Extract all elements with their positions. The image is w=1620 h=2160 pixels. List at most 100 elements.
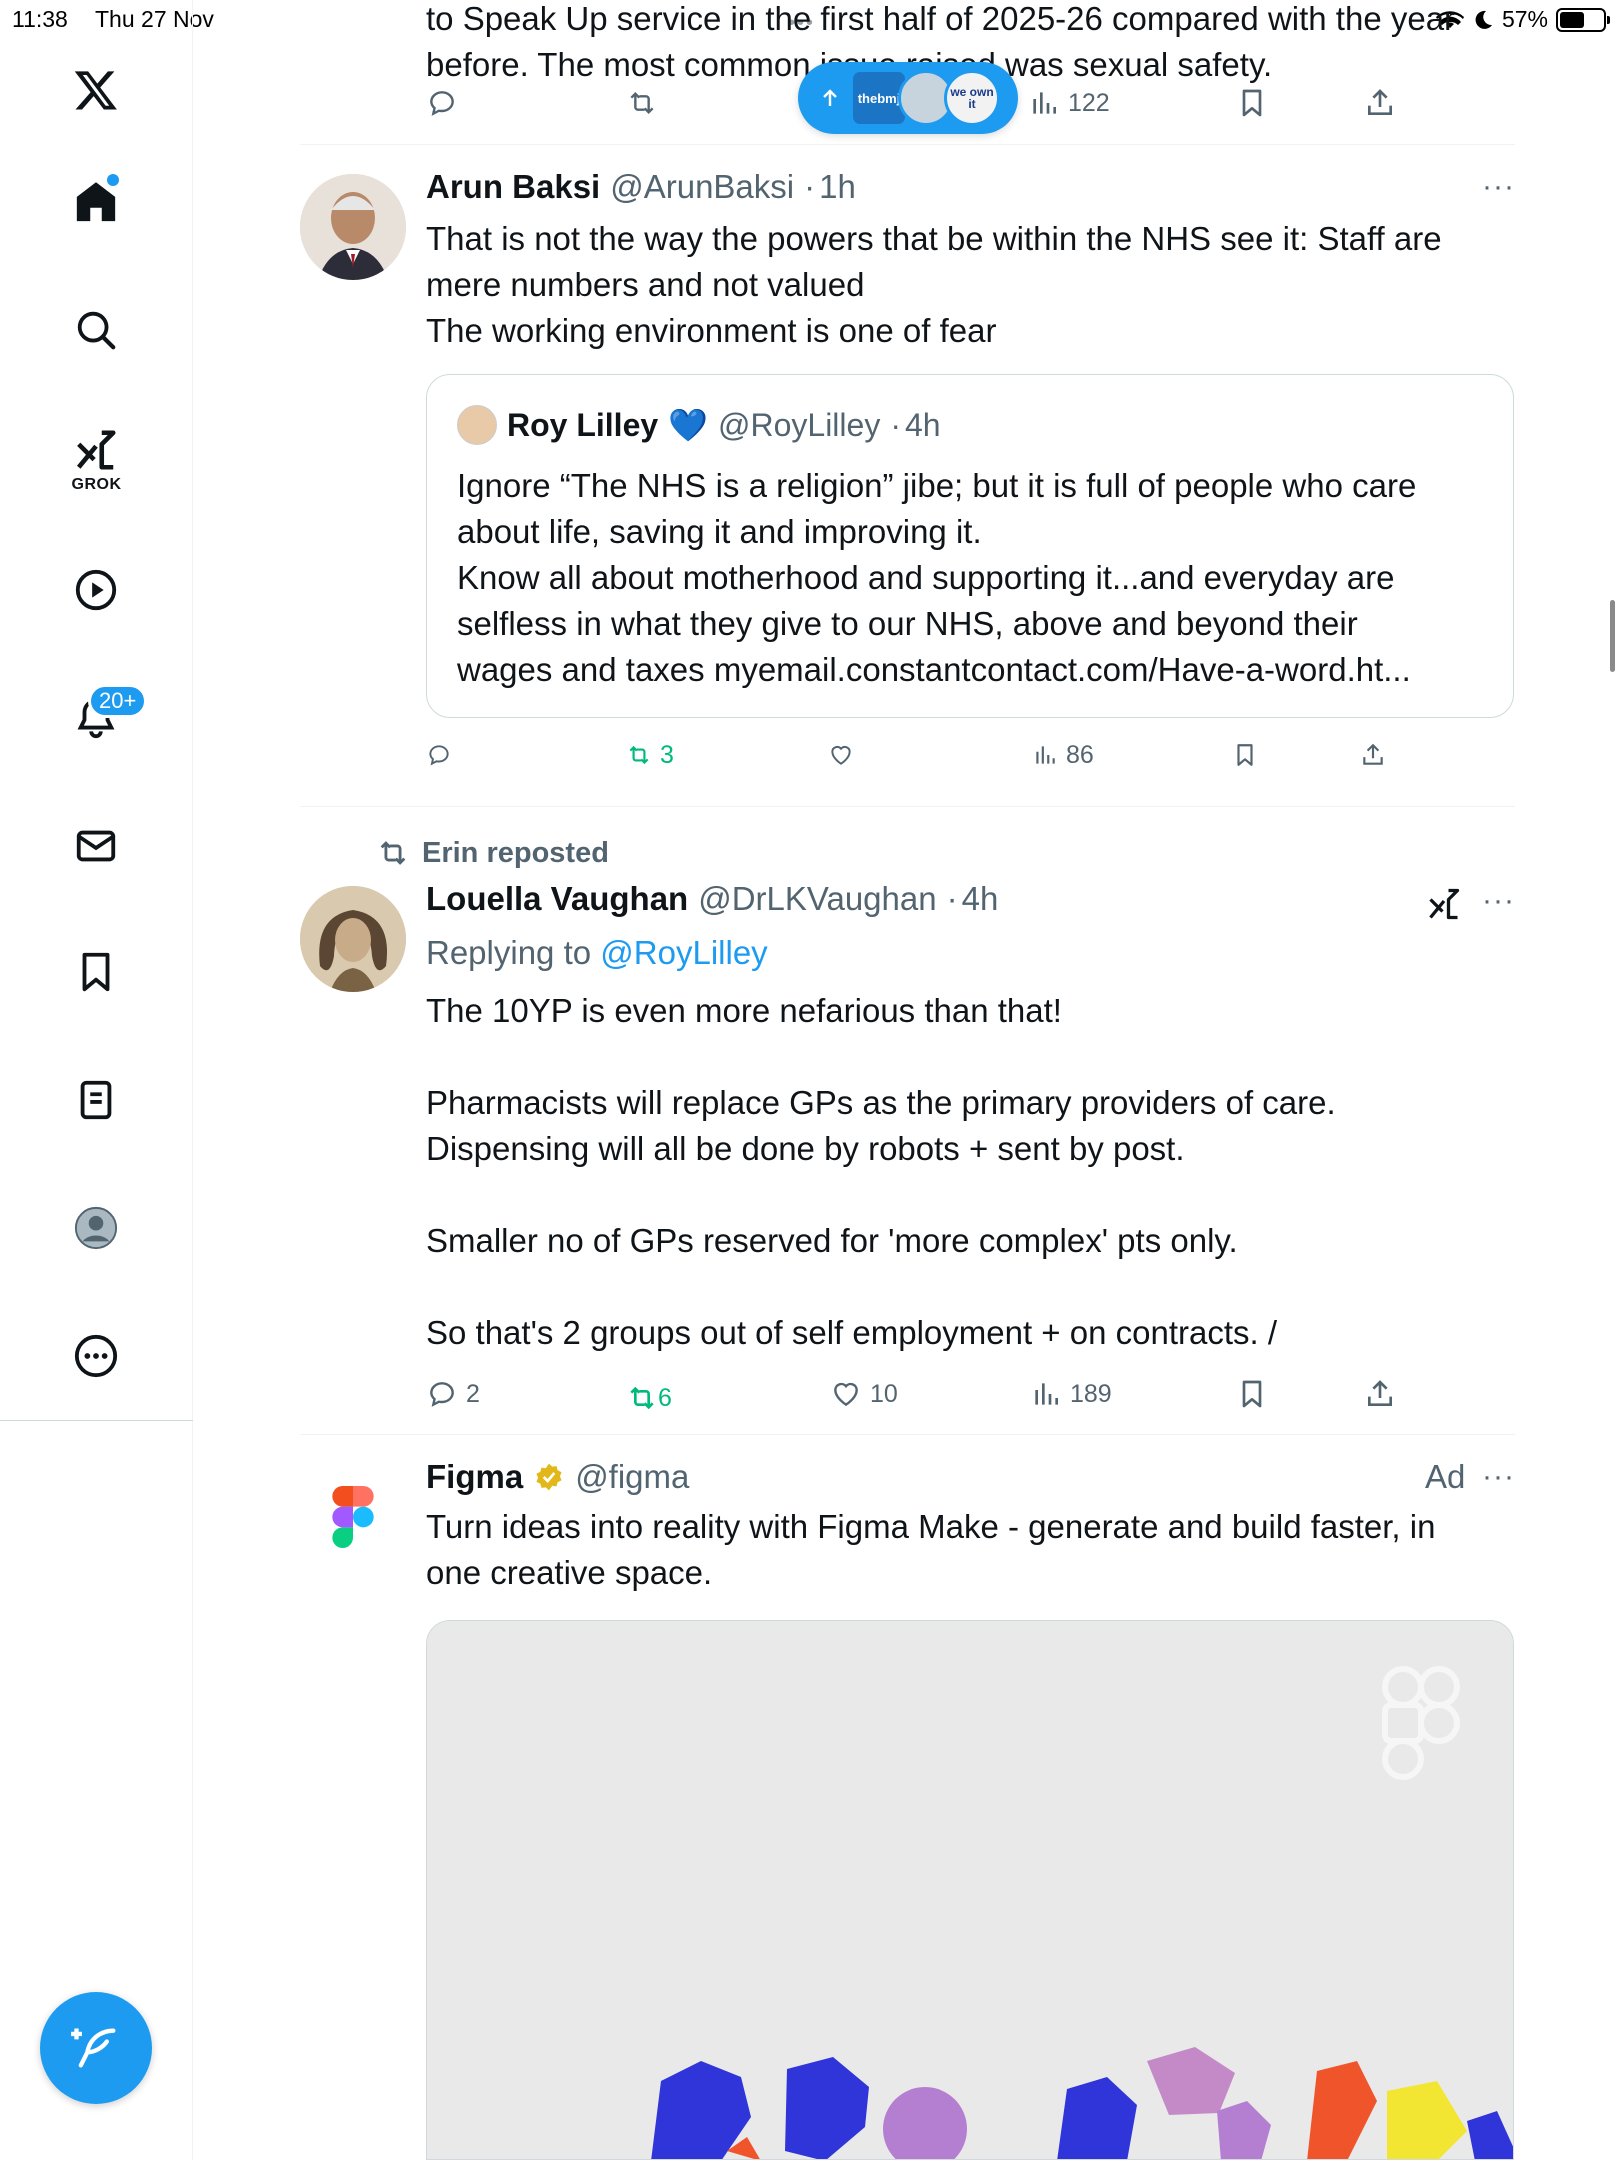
more-options-button[interactable]: ···: [1482, 884, 1515, 918]
quote-author-handle: @RoyLilley: [718, 406, 881, 443]
repost-indicator[interactable]: Erin reposted: [376, 836, 609, 870]
ad-line1: Turn ideas into reality with Figma Make …: [426, 1508, 1436, 1545]
grok-explain-button[interactable]: [1426, 886, 1462, 922]
repost-icon: [629, 745, 649, 765]
sidebar-item-bookmarks[interactable]: [58, 934, 134, 1010]
repost-icon: [630, 1386, 654, 1410]
bookmark-icon: [1242, 89, 1262, 117]
share-button[interactable]: [1360, 735, 1386, 775]
repost-count: 6: [658, 1383, 672, 1412]
sidebar-item-messages[interactable]: [58, 808, 134, 884]
ad-media-image[interactable]: [426, 1620, 1514, 2160]
grok-icon: [1429, 888, 1460, 920]
more-options-button[interactable]: ···: [1482, 1460, 1515, 1494]
bookmark-button[interactable]: [1236, 83, 1268, 123]
author-name[interactable]: Figma: [426, 1458, 523, 1496]
repost-icon: [630, 91, 654, 115]
arrow-up-icon: [823, 89, 837, 106]
sidebar-item-home[interactable]: [58, 164, 134, 240]
replying-to-link[interactable]: @RoyLilley: [600, 934, 767, 971]
sidebar-item-more[interactable]: [58, 1318, 134, 1394]
pill-avatar-weownit: we own it: [944, 70, 1000, 126]
share-icon: [1368, 1380, 1392, 1406]
post-time[interactable]: 4h: [962, 880, 999, 918]
post1-line1: That is not the way the powers that be w…: [426, 220, 1442, 257]
scrollbar-thumb[interactable]: [1610, 600, 1615, 672]
repost-button[interactable]: [626, 83, 658, 123]
ad-header: Figma @figma: [426, 1458, 689, 1496]
replying-to-line: Replying to @RoyLilley: [426, 930, 768, 976]
list-icon: [80, 1080, 112, 1120]
sidebar-item-videos[interactable]: [58, 552, 134, 628]
views-icon: [1035, 1383, 1058, 1405]
search-icon: [77, 311, 116, 350]
reply-button[interactable]: [426, 83, 458, 123]
sidebar-item-lists[interactable]: [58, 1062, 134, 1138]
dot-separator: ·: [890, 406, 901, 443]
views-icon: [1033, 92, 1056, 114]
verified-gold-icon: [536, 1463, 562, 1491]
quote-header: Roy Lilley 💙 @RoyLilley · 4h: [457, 405, 941, 445]
repost-button[interactable]: 6: [626, 1378, 672, 1418]
author-handle[interactable]: @ArunBaksi: [610, 168, 794, 206]
bookmark-icon: [82, 952, 110, 992]
dot-separator: ·: [946, 880, 958, 917]
replying-to-prefix: Replying to: [426, 934, 592, 971]
share-icon: [1368, 89, 1392, 115]
author-handle[interactable]: @DrLKVaughan: [698, 880, 936, 918]
home-unread-dot: [107, 174, 119, 186]
sidebar-item-profile[interactable]: [58, 1190, 134, 1266]
figma-logo[interactable]: [330, 1486, 376, 1548]
post2-para4: So that's 2 groups out of self employmen…: [426, 1314, 1278, 1351]
repost-button[interactable]: 3: [626, 735, 674, 775]
x-logo[interactable]: [58, 52, 134, 128]
mail-icon: [76, 830, 116, 862]
bookmark-button[interactable]: [1236, 1374, 1268, 1414]
like-count: 10: [870, 1379, 898, 1408]
play-icon: [75, 569, 117, 611]
reply-icon: [429, 745, 449, 766]
post1-line3: The working environment is one of fear: [426, 312, 997, 349]
battery-icon: [1556, 7, 1610, 32]
avatar[interactable]: [300, 886, 406, 992]
figma-logo-icon: [332, 1486, 374, 1548]
reposted-by-label: Erin reposted: [422, 836, 609, 869]
avatar[interactable]: [300, 174, 406, 280]
reply-button[interactable]: [426, 735, 452, 775]
share-button[interactable]: [1364, 83, 1396, 123]
post2-header: Louella Vaughan @DrLKVaughan · 4h: [426, 880, 998, 918]
like-button[interactable]: 10: [830, 1374, 898, 1414]
author-handle[interactable]: @figma: [575, 1458, 689, 1496]
views-button[interactable]: 122: [1028, 83, 1110, 123]
views-count: 86: [1066, 740, 1094, 769]
author-name[interactable]: Arun Baksi: [426, 168, 600, 206]
post1-line2: mere numbers and not valued: [426, 266, 865, 303]
ad-label: Ad: [1425, 1458, 1466, 1495]
blue-heart-emoji: 💙: [668, 407, 708, 443]
arun-avatar-image: [300, 174, 406, 280]
views-button[interactable]: 189: [1030, 1374, 1112, 1414]
share-button[interactable]: [1364, 1374, 1396, 1414]
reply-count: 2: [466, 1379, 480, 1408]
quote-line5: wages and taxes myemail.constantcontact.…: [457, 651, 1411, 688]
louella-avatar-image: [300, 886, 406, 992]
post-separator: [300, 806, 1515, 807]
author-name[interactable]: Louella Vaughan: [426, 880, 688, 918]
views-button[interactable]: 86: [1032, 735, 1094, 775]
grok-label: GROK: [71, 476, 122, 493]
post2-text: The 10YP is even more nefarious than tha…: [426, 988, 1516, 1356]
bookmark-button[interactable]: [1232, 735, 1258, 775]
heart-icon: [831, 745, 851, 765]
sidebar-item-explore[interactable]: [58, 292, 134, 368]
new-posts-pill[interactable]: thebmj we own it: [798, 62, 1018, 134]
reply-button[interactable]: 2: [426, 1374, 480, 1414]
repost-icon: [380, 841, 406, 865]
compose-button[interactable]: [40, 1992, 152, 2104]
like-button[interactable]: [828, 735, 854, 775]
post2-para1: The 10YP is even more nefarious than tha…: [426, 992, 1062, 1029]
reply-icon: [430, 91, 454, 116]
post1-text: That is not the way the powers that be w…: [426, 216, 1516, 354]
post-time[interactable]: 1h: [819, 168, 856, 206]
quoted-post[interactable]: Roy Lilley 💙 @RoyLilley · 4h Ignore “The…: [426, 374, 1514, 718]
more-options-button[interactable]: ···: [1482, 170, 1515, 204]
